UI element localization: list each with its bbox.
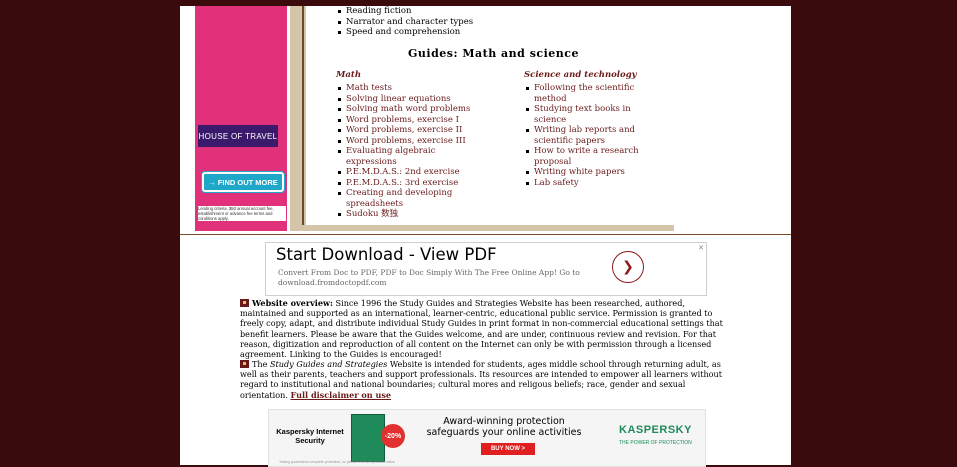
website-overview: Website overview: Since 1996 the Study G… xyxy=(240,298,730,359)
ad-text: On in-store travel purchases $499 and ov… xyxy=(198,10,285,65)
overview-label: Website overview: xyxy=(252,298,333,308)
science-heading: Science and technology xyxy=(524,70,637,80)
ad-description: Convert From Doc to PDF, PDF to Doc Simp… xyxy=(278,268,580,287)
top-list: Reading fiction Narrator and character ty… xyxy=(336,6,473,38)
list-item[interactable]: Speed and comprehension xyxy=(336,27,473,38)
math-guide-link[interactable]: Math tests xyxy=(336,83,476,94)
fine-print: Lending criteria, $50 annual account fee… xyxy=(198,206,286,221)
math-guide-link[interactable]: Word problems, exercise III xyxy=(336,136,476,147)
math-guide-link[interactable]: Solving linear equations xyxy=(336,94,476,105)
top-section: On in-store travel purchases $499 and ov… xyxy=(180,6,791,234)
math-guide-link[interactable]: P.E.M.D.A.S.: 3rd exercise xyxy=(336,178,476,189)
tan-border xyxy=(290,6,306,228)
product-box-image xyxy=(351,414,385,462)
intended-italic: Study Guides and Strategies xyxy=(269,359,388,369)
math-heading: Math xyxy=(336,70,362,80)
science-list: Following the scientific method Studying … xyxy=(524,83,654,188)
chevron-right-icon[interactable]: ❯ xyxy=(612,251,644,283)
kaspersky-fine-print: Testing guarantees complete protection, … xyxy=(279,460,395,464)
kaspersky-ad-banner[interactable]: Kaspersky Internet Security -20% Award-w… xyxy=(268,409,706,467)
find-out-more-button[interactable]: → FIND OUT MORE xyxy=(202,172,284,192)
math-guide-link[interactable]: Solving math word problems xyxy=(336,104,476,115)
kaspersky-logo: KASPERSKY xyxy=(619,424,692,436)
math-guide-link[interactable]: Evaluating algebraic expressions xyxy=(336,146,476,167)
book-icon xyxy=(240,299,249,307)
science-guide-link[interactable]: Writing white papers xyxy=(524,167,654,178)
math-guide-link[interactable]: P.E.M.D.A.S.: 2nd exercise xyxy=(336,167,476,178)
guides-content: Reading fiction Narrator and character ty… xyxy=(310,6,672,228)
intended-pre: The xyxy=(252,359,270,369)
buy-now-button[interactable]: BUY NOW > xyxy=(481,443,535,455)
house-of-travel-logo: HOUSE OF TRAVEL xyxy=(198,125,278,147)
list-item[interactable]: Narrator and character types xyxy=(336,17,473,28)
page: On in-store travel purchases $499 and ov… xyxy=(180,6,791,467)
science-guide-link[interactable]: Studying text books in science xyxy=(524,104,654,125)
guides-title: Guides: Math and science xyxy=(408,47,579,60)
tan-bottom-border xyxy=(290,225,674,231)
science-guide-link[interactable]: Lab safety xyxy=(524,178,654,189)
ad-title[interactable]: Start Download - View PDF xyxy=(276,245,497,264)
pdf-ad-banner[interactable]: Start Download - View PDF Convert From D… xyxy=(265,242,707,296)
math-guide-link[interactable]: Sudoku 数独 xyxy=(336,209,476,220)
intended-paragraph: The Study Guides and Strategies Website … xyxy=(240,359,730,400)
list-item[interactable]: Reading fiction xyxy=(336,6,473,17)
book-icon xyxy=(240,360,249,368)
science-guide-link[interactable]: How to write a research proposal xyxy=(524,146,654,167)
math-list: Math tests Solving linear equations Solvin… xyxy=(336,83,476,220)
divider xyxy=(180,234,791,235)
kaspersky-brand: Kaspersky Internet Security xyxy=(276,427,344,445)
science-guide-link[interactable]: Writing lab reports and scientific paper… xyxy=(524,125,654,146)
math-guide-link[interactable]: Creating and developing spreadsheets xyxy=(336,188,476,209)
sidebar-ad[interactable]: On in-store travel purchases $499 and ov… xyxy=(195,6,287,231)
full-disclaimer-link[interactable]: Full disclaimer on use xyxy=(290,390,391,400)
math-guide-link[interactable]: Word problems, exercise I xyxy=(336,115,476,126)
kaspersky-tagline: THE POWER OF PROTECTION xyxy=(619,440,692,446)
math-guide-link[interactable]: Word problems, exercise II xyxy=(336,125,476,136)
close-icon[interactable]: ✕ xyxy=(698,244,704,252)
discount-badge: -20% xyxy=(381,424,405,448)
science-guide-link[interactable]: Following the scientific method xyxy=(524,83,654,104)
kaspersky-headline: Award-winning protection safeguards your… xyxy=(426,416,582,438)
